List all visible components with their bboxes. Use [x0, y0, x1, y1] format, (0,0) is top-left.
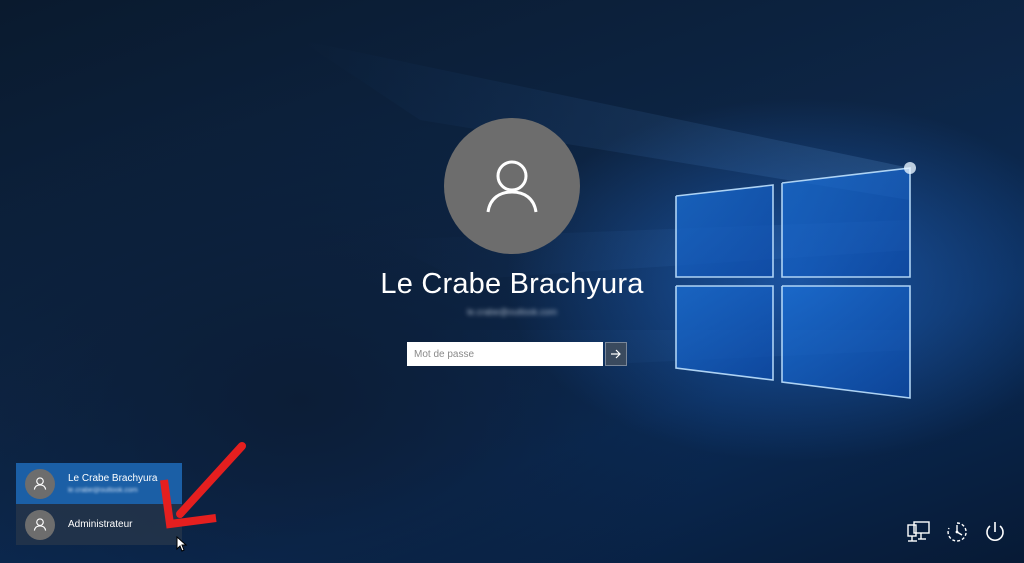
user-switch-list: Le Crabe Brachyura le.crabe@outlook.com … — [16, 463, 182, 545]
network-button[interactable] — [906, 519, 932, 545]
user-item-name: Le Crabe Brachyura — [68, 473, 158, 484]
system-tray — [906, 519, 1008, 545]
user-item-le-crabe[interactable]: Le Crabe Brachyura le.crabe@outlook.com — [16, 463, 182, 504]
password-input[interactable] — [407, 342, 603, 366]
avatar — [25, 509, 55, 540]
user-item-name: Administrateur — [68, 519, 133, 530]
user-item-administrateur[interactable]: Administrateur — [16, 504, 182, 545]
user-icon — [33, 518, 47, 531]
power-icon — [986, 522, 1004, 541]
account-email: le.crabe@outlook.com — [467, 307, 557, 317]
ease-of-access-button[interactable] — [944, 519, 970, 545]
power-button[interactable] — [982, 519, 1008, 545]
user-icon — [33, 477, 47, 490]
ease-of-access-icon — [947, 522, 967, 542]
mouse-cursor-icon — [176, 536, 188, 552]
user-icon — [486, 160, 538, 213]
sign-in-submit-button[interactable] — [605, 342, 627, 366]
password-box — [407, 342, 627, 366]
arrow-right-icon — [611, 349, 621, 359]
account-name: Le Crabe Brachyura — [380, 268, 644, 300]
avatar — [25, 468, 55, 499]
annotation-arrow — [160, 442, 246, 529]
user-item-email: le.crabe@outlook.com — [68, 487, 138, 494]
network-icon — [907, 521, 930, 542]
user-avatar — [444, 118, 580, 254]
